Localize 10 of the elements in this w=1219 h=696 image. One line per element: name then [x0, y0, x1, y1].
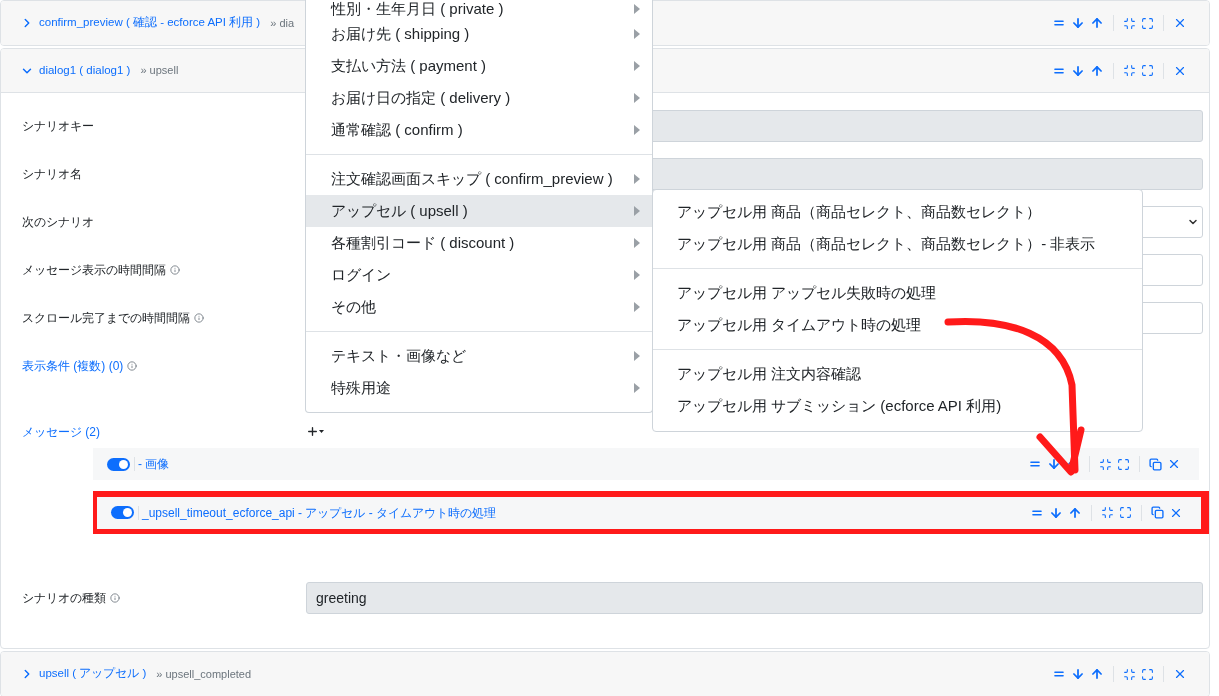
next-scenario: » upsell — [140, 63, 179, 79]
field-label: スクロール完了までの時間間隔 — [22, 310, 190, 327]
next-scenario: » upsell_completed — [156, 666, 252, 682]
field-label: シナリオキー — [22, 118, 94, 135]
next-scenario: » dia — [270, 15, 295, 31]
readonly-field: greeting — [306, 582, 1203, 614]
field-label: 次のシナリオ — [22, 214, 94, 231]
field-label: シナリオ名 — [22, 166, 82, 183]
field-label: シナリオの種類 — [22, 590, 106, 607]
field-label: メッセージ表示の時間間隔 — [22, 262, 166, 279]
